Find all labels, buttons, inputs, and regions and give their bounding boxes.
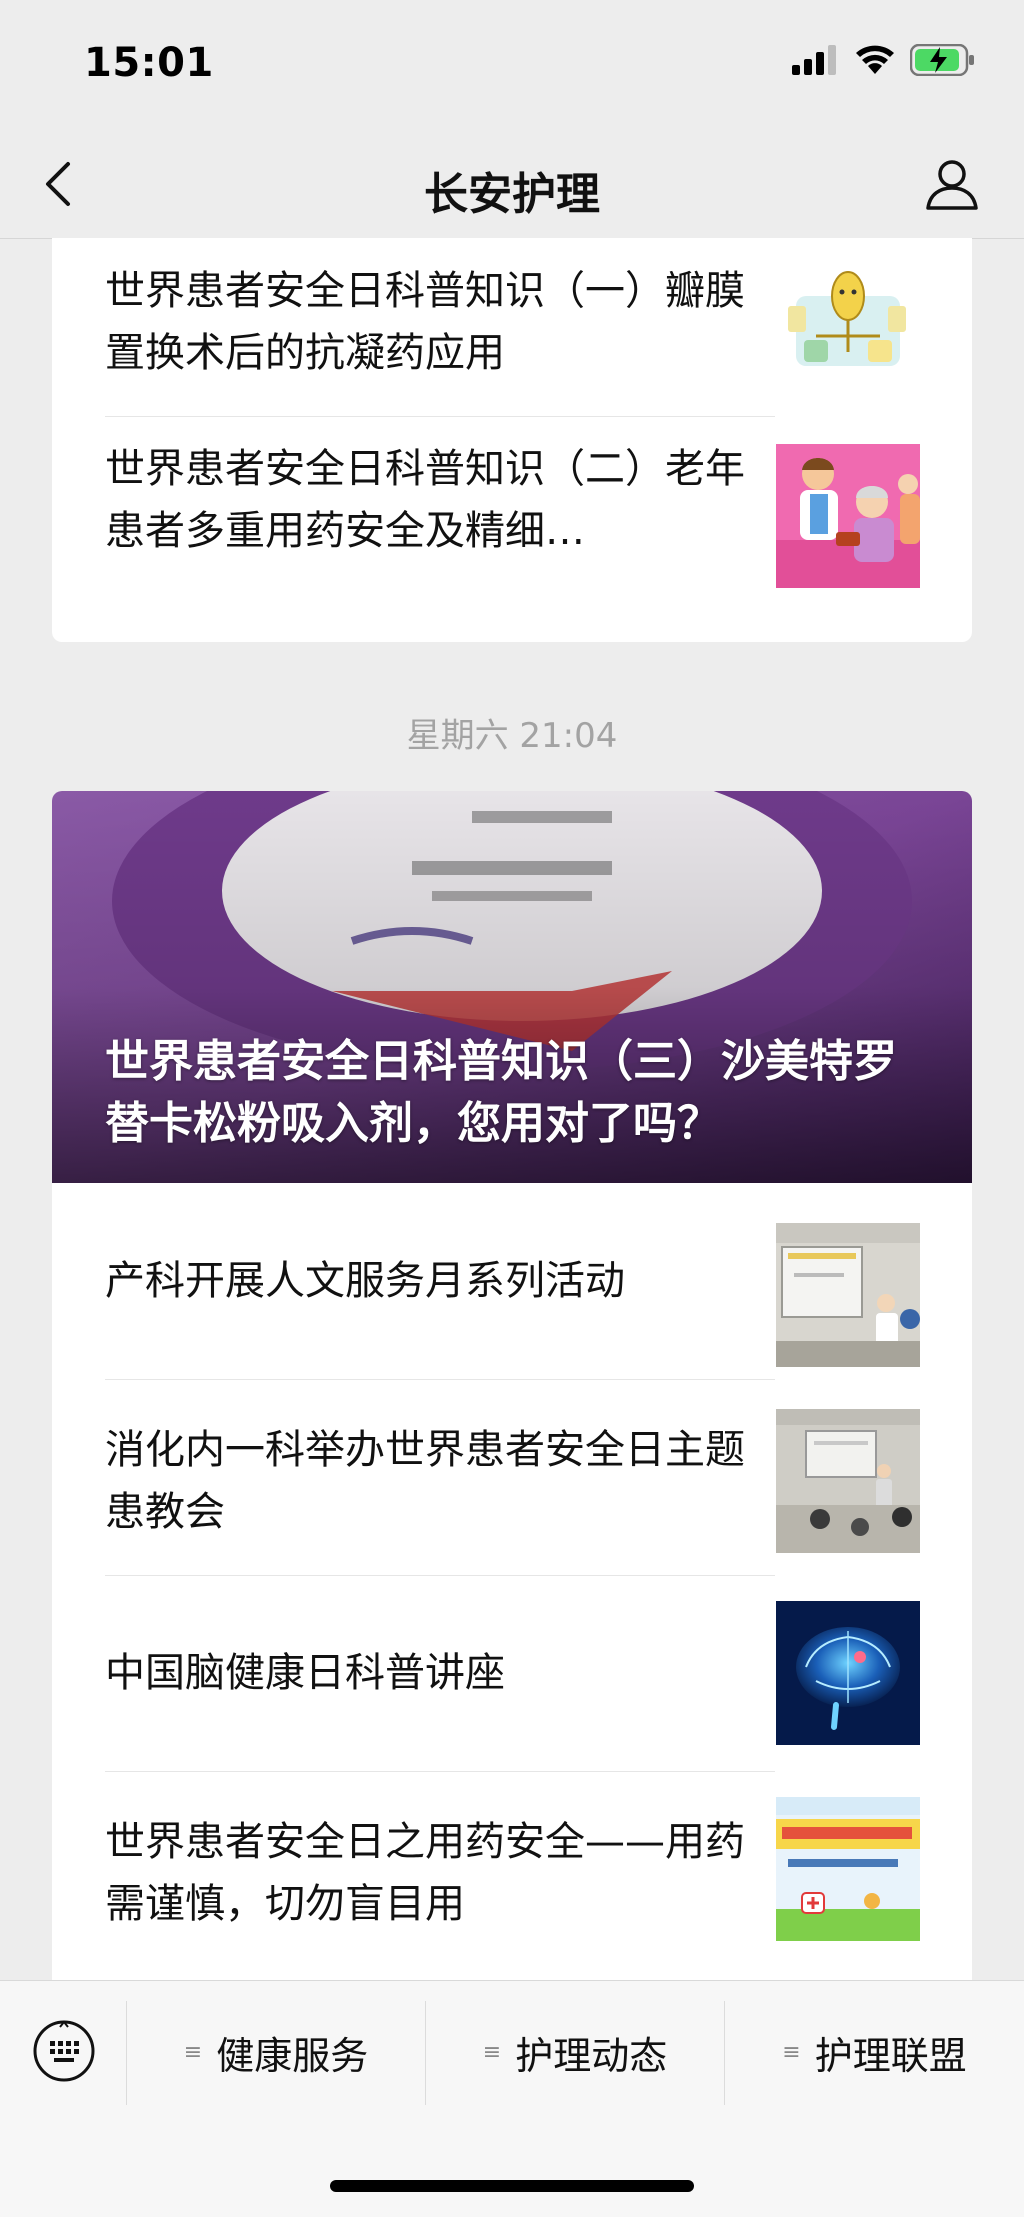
article-item[interactable]: 产科开展人文服务月系列活动 [52,1183,972,1379]
profile-icon[interactable] [924,156,980,212]
keyboard-icon[interactable] [32,2019,96,2083]
cartoon-pill-image [776,256,920,400]
article-title: 世界患者安全日科普知识（一）瓣膜置换术后的抗凝药应用 [105,268,745,376]
wifi-icon [856,45,894,74]
article-title: 世界患者安全日科普知识（二）老年患者多重用药安全及精细… [105,446,745,554]
article-item[interactable]: 世界患者安全日之用药安全——用药需谨慎，切勿盲目用 [52,1771,972,1971]
article-title: 世界患者安全日之用药安全——用药需谨慎，切勿盲目用 [105,1819,745,1927]
status-time: 15:01 [84,40,214,86]
nav-bar: 长安护理 [0,130,1024,239]
article-item[interactable]: 消化内一科举办世界患者安全日主题患教会 [52,1379,972,1575]
battery-charging-icon [910,44,974,76]
article-thumbnail [776,1601,920,1745]
article-thumbnail [776,444,920,588]
status-icons [792,44,976,76]
message-timestamp: 星期六 21:04 [406,716,618,756]
menu-item-label: 护理联盟 [814,2033,967,2078]
home-indicator [330,2180,694,2192]
medication-safety-poster-image [776,1797,920,1941]
article-card: 世界患者安全日科普知识（三）沙美特罗替卡松粉吸入剂，您用对了吗？ 产科开展人文服… [52,791,972,2081]
menu-lines-icon: ≡ [183,2039,203,2065]
menu-lines-icon: ≡ [782,2039,801,2065]
article-title: 产科开展人文服务月系列活动 [105,1258,625,1304]
presentation-room-photo [776,1223,920,1367]
article-item[interactable]: 世界患者安全日科普知识（一）瓣膜置换术后的抗凝药应用 [52,238,972,418]
page-title: 长安护理 [424,169,600,220]
article-thumbnail [776,1223,920,1367]
status-bar: 15:01 [0,0,1024,130]
glowing-brain-image [776,1601,920,1745]
menu-item-label: 健康服务 [216,2033,369,2078]
article-title: 消化内一科举办世界患者安全日主题患教会 [105,1427,745,1535]
hero-article-title: 世界患者安全日科普知识（三）沙美特罗替卡松粉吸入剂，您用对了吗？ [105,1036,897,1149]
menu-item-nursing-news[interactable]: ≡ 护理动态 [426,2017,724,2087]
menu-lines-icon: ≡ [482,2039,502,2065]
hero-article[interactable]: 世界患者安全日科普知识（三）沙美特罗替卡松粉吸入剂，您用对了吗？ [52,791,972,1183]
article-title: 中国脑健康日科普讲座 [105,1650,505,1696]
article-item[interactable]: 世界患者安全日科普知识（二）老年患者多重用药安全及精细… [52,418,972,642]
menu-item-health-service[interactable]: ≡ 健康服务 [127,2017,425,2087]
article-item[interactable]: 中国脑健康日科普讲座 [52,1575,972,1771]
article-thumbnail [776,1409,920,1553]
article-card-previous: 世界患者安全日科普知识（一）瓣膜置换术后的抗凝药应用 世界患者安全日科普知识（二… [52,238,972,642]
article-thumbnail [776,1797,920,1941]
article-thumbnail [776,256,920,400]
cartoon-elderly-care-image [776,444,920,588]
divider [105,416,775,417]
meeting-room-photo [776,1409,920,1553]
menu-item-label: 护理动态 [515,2033,668,2078]
menu-item-nursing-alliance[interactable]: ≡ 护理联盟 [725,2017,1024,2087]
signal-icon [792,45,836,75]
